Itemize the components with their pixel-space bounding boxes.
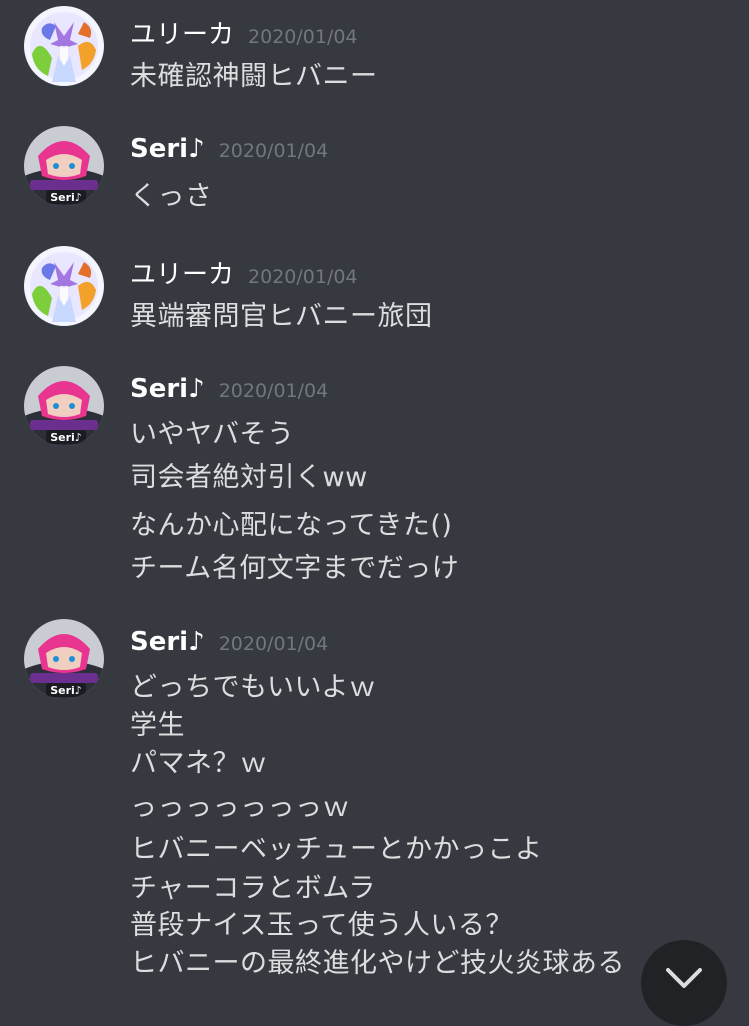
message-text: ヒバニーの最終進化やけど技火炎球ある (130, 948, 625, 979)
username[interactable]: Seri♪ (130, 374, 205, 404)
message-text: 学生 (130, 710, 185, 741)
avatar-seri[interactable]: Seri♪ (24, 619, 104, 699)
avatar-label: Seri♪ (50, 191, 82, 204)
message-text: 普段ナイス玉って使う人いる？ (130, 910, 513, 941)
message-text: くっさ (130, 181, 213, 212)
username[interactable]: ユリーカ (130, 20, 234, 50)
timestamp: 2020/01/04 (248, 26, 358, 48)
chevron-down-icon (666, 968, 702, 988)
username[interactable]: Seri♪ (130, 627, 205, 657)
avatar-label: Seri♪ (50, 431, 82, 444)
message-text: チーム名何文字までだっけ (130, 553, 460, 584)
message-text: どっちでもいいよｗ (130, 672, 377, 703)
message-header: Seri♪ 2020/01/04 (130, 627, 328, 657)
avatar-seri[interactable]: Seri♪ (24, 126, 104, 206)
timestamp: 2020/01/04 (248, 266, 358, 288)
timestamp: 2020/01/04 (218, 140, 329, 162)
avatar-seri[interactable]: Seri♪ (24, 366, 104, 446)
message-text: 司会者絶対引くww (130, 462, 368, 493)
timestamp: 2020/01/04 (218, 380, 329, 402)
message-header: ユリーカ 2020/01/04 (130, 14, 358, 51)
message-header: Seri♪ 2020/01/04 (130, 134, 328, 164)
avatar-yurika[interactable] (24, 6, 104, 86)
message-text: いやヤバそう (130, 419, 295, 450)
message-text: 未確認神闘ヒバニー (130, 61, 378, 92)
message-text: ヒバニーベッチューとかかっこよ (130, 834, 543, 865)
username[interactable]: ユリーカ (130, 260, 234, 290)
message-text: っっっっっっっｗ (130, 792, 350, 823)
avatar-yurika[interactable] (24, 246, 104, 326)
message-header: Seri♪ 2020/01/04 (130, 374, 328, 404)
message-header: ユリーカ 2020/01/04 (130, 254, 358, 291)
timestamp: 2020/01/04 (218, 633, 329, 655)
message-text: チャーコラとボムラ (130, 873, 376, 904)
username[interactable]: Seri♪ (130, 134, 205, 164)
message-text: なんか心配になってきた() (130, 510, 453, 541)
message-text: 異端審問官ヒバニー旅団 (130, 301, 433, 332)
message-text: パマネ？ｗ (130, 748, 268, 779)
avatar-label: Seri♪ (50, 684, 82, 697)
jump-to-present-button[interactable] (641, 940, 727, 1026)
